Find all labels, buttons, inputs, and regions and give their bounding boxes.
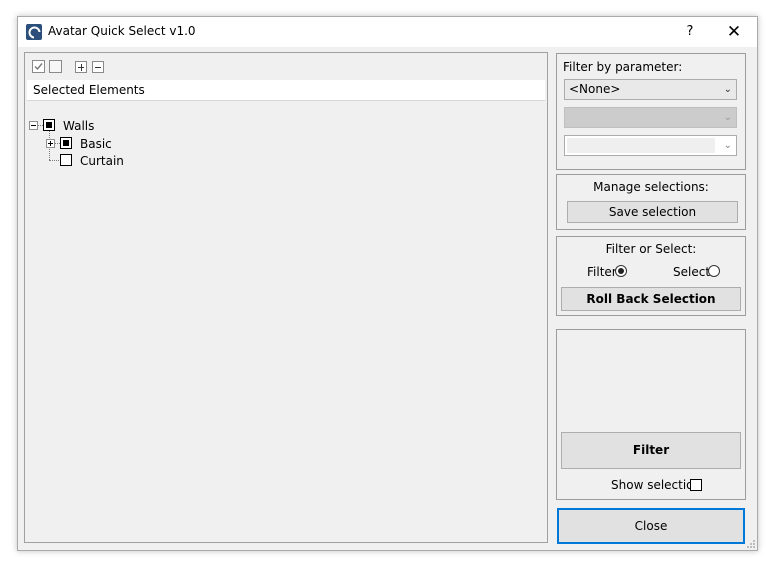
filter-button[interactable]: Filter xyxy=(561,432,741,469)
show-selection-label: Show selection xyxy=(611,478,702,492)
filter-parameter-group: Filter by parameter: <None> ⌄ ⌄ ⌄ xyxy=(556,53,746,170)
parameter-dropdown-value: <None> xyxy=(569,82,621,96)
value-combo-input[interactable]: ⌄ xyxy=(564,135,737,156)
tree-header-label: Selected Elements xyxy=(33,83,145,97)
chevron-down-icon: ⌄ xyxy=(723,84,732,95)
tree-node-basic[interactable]: Basic xyxy=(80,137,112,151)
filter-or-select-group: Filter or Select: Filter Select Roll Bac… xyxy=(556,236,746,316)
tree-node-curtain[interactable]: Curtain xyxy=(80,154,124,168)
parameter-dropdown[interactable]: <None> ⌄ xyxy=(564,79,737,100)
chevron-down-icon: ⌄ xyxy=(723,112,732,123)
close-window-button[interactable]: ✕ xyxy=(711,17,757,47)
window-title: Avatar Quick Select v1.0 xyxy=(48,24,196,38)
dialog-window: Avatar Quick Select v1.0 ? ✕ Selected El… xyxy=(17,16,758,551)
action-group: Filter Show selection xyxy=(556,329,746,500)
expand-all-icon[interactable] xyxy=(75,61,87,73)
basic-checkbox[interactable] xyxy=(60,137,72,149)
value-input-field[interactable] xyxy=(567,138,715,153)
filter-or-select-label: Filter or Select: xyxy=(605,242,697,256)
tree-node-walls[interactable]: Walls xyxy=(63,119,94,133)
title-bar[interactable]: Avatar Quick Select v1.0 ? ✕ xyxy=(18,17,757,47)
help-button[interactable]: ? xyxy=(670,17,710,47)
manage-selections-group: Manage selections: Save selection xyxy=(556,174,746,230)
show-selection-checkbox[interactable] xyxy=(690,479,702,491)
close-button[interactable]: Close xyxy=(557,508,745,544)
roll-back-selection-button[interactable]: Roll Back Selection xyxy=(561,287,741,311)
filter-radio-button[interactable] xyxy=(615,265,627,277)
save-selection-button[interactable]: Save selection xyxy=(567,201,738,223)
tree-panel: Selected Elements Walls Basic Curtain xyxy=(24,52,548,543)
check-all-icon[interactable] xyxy=(32,60,45,73)
select-radio-button[interactable] xyxy=(708,265,720,277)
walls-checkbox[interactable] xyxy=(43,119,55,131)
curtain-checkbox[interactable] xyxy=(60,154,72,166)
uncheck-all-icon[interactable] xyxy=(49,60,62,73)
filter-parameter-label: Filter by parameter: xyxy=(563,60,683,74)
filter-radio-label: Filter xyxy=(587,265,617,279)
tree-header: Selected Elements xyxy=(27,80,545,101)
select-radio-label: Select xyxy=(673,265,711,279)
chevron-down-icon: ⌄ xyxy=(723,140,732,151)
walls-collapse-toggle[interactable] xyxy=(29,121,38,130)
app-logo-icon xyxy=(26,24,42,40)
resize-grip-icon[interactable] xyxy=(746,539,756,549)
value-dropdown-disabled: ⌄ xyxy=(564,107,737,128)
basic-expand-toggle[interactable] xyxy=(46,139,55,148)
collapse-all-icon[interactable] xyxy=(92,61,104,73)
manage-selections-label: Manage selections: xyxy=(593,180,709,194)
